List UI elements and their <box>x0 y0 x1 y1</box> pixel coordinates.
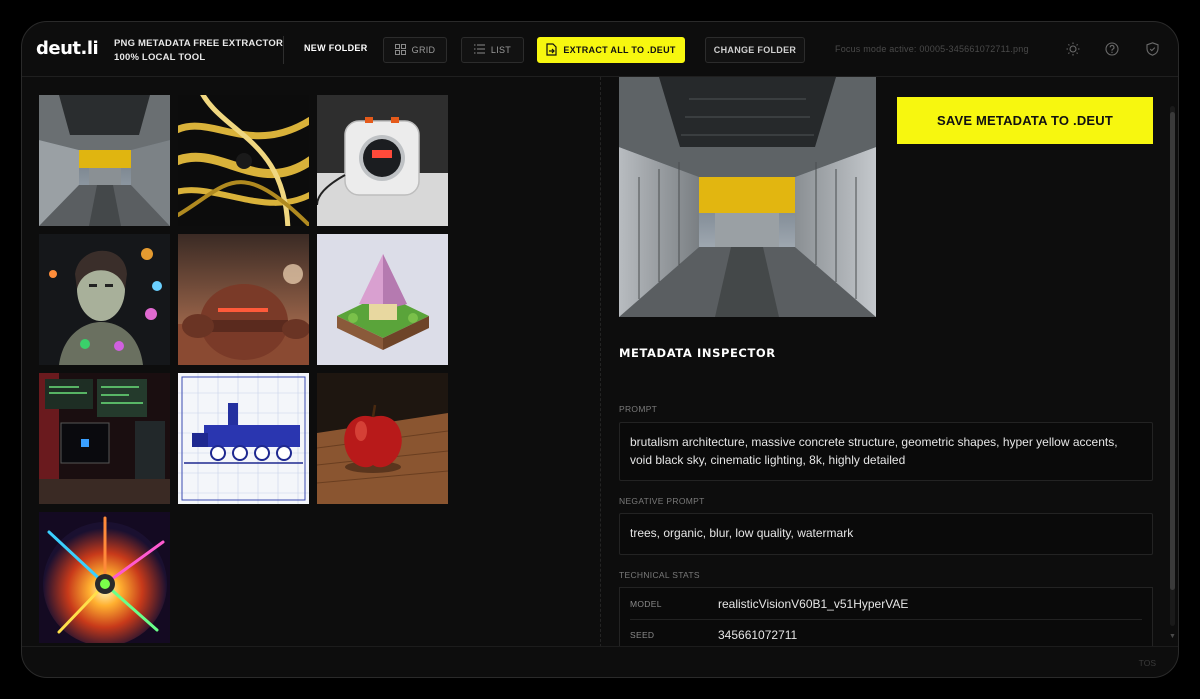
prompt-text[interactable]: brutalism architecture, massive concrete… <box>619 422 1153 481</box>
gallery-thumb-iso-island[interactable] <box>317 234 448 365</box>
list-view-button[interactable]: LIST <box>461 37 524 63</box>
negative-prompt-text[interactable]: trees, organic, blur, low quality, water… <box>619 513 1153 555</box>
grid-view-button[interactable]: GRID <box>383 37 447 63</box>
app-title-line2: 100% LOCAL TOOL <box>114 52 206 63</box>
selected-image-preview <box>619 77 876 317</box>
footer: TOS <box>22 646 1178 677</box>
stat-value: realisticVisionV60B1_v51HyperVAE <box>718 596 909 611</box>
sun-icon[interactable] <box>1065 41 1081 57</box>
scroll-down-icon[interactable]: ▼ <box>1169 633 1176 640</box>
extract-all-button[interactable]: EXTRACT ALL TO .DEUT <box>537 37 685 63</box>
gallery-thumb-space-explosion[interactable] <box>39 512 170 643</box>
metadata-inspector-panel: SAVE METADATA TO .DEUT METADATA INSPECTO… <box>618 77 1158 647</box>
app-title: PNG METADATA FREE EXTRACTOR 100% LOCAL T… <box>114 37 283 65</box>
extract-all-label: EXTRACT ALL TO .DEUT <box>563 45 676 55</box>
grid-icon <box>394 43 406 57</box>
technical-stats-label: TECHNICAL STATS <box>619 570 700 580</box>
header-divider <box>283 36 284 64</box>
gallery-thumb-gold-swirl[interactable] <box>178 95 309 226</box>
stat-key: MODEL <box>630 598 662 609</box>
stat-value: 345661072711 <box>718 627 798 642</box>
list-label: LIST <box>490 45 512 55</box>
grid-label: GRID <box>411 45 436 55</box>
gallery-thumb-mars-dome[interactable] <box>178 234 309 365</box>
gallery-thumb-brutalism[interactable] <box>39 95 170 226</box>
technical-stats-table: MODEL realisticVisionV60B1_v51HyperVAE S… <box>619 587 1153 647</box>
logo[interactable]: deut.li <box>36 38 99 59</box>
export-file-icon <box>546 42 557 58</box>
prompt-label: PROMPT <box>619 404 658 414</box>
stat-key: SEED <box>630 629 655 640</box>
app-window: deut.li PNG METADATA FREE EXTRACTOR 100%… <box>21 21 1179 678</box>
focus-mode-status: Focus mode active: 00005-345661072711.pn… <box>835 44 1029 54</box>
scrollbar-thumb[interactable] <box>1170 112 1175 590</box>
gallery-thumb-red-apple[interactable] <box>317 373 448 504</box>
new-folder-button[interactable]: NEW FOLDER <box>304 43 368 53</box>
panel-divider <box>600 77 601 647</box>
negative-prompt-label: NEGATIVE PROMPT <box>619 496 705 506</box>
gallery-thumb-train-blueprint[interactable] <box>178 373 309 504</box>
stat-row-seed: SEED 345661072711 <box>630 619 1142 647</box>
shield-icon[interactable] <box>1144 41 1160 57</box>
top-bar: deut.li PNG METADATA FREE EXTRACTOR 100%… <box>22 22 1178 77</box>
gallery-thumb-white-device[interactable] <box>317 95 448 226</box>
app-title-line1: PNG METADATA FREE EXTRACTOR <box>114 38 284 49</box>
gallery-thumb-computer-desk[interactable] <box>39 373 170 504</box>
tos-link[interactable]: TOS <box>1139 658 1156 668</box>
image-gallery <box>39 95 599 643</box>
gallery-thumb-cyborg[interactable] <box>39 234 170 365</box>
stat-row-model: MODEL realisticVisionV60B1_v51HyperVAE <box>630 588 1142 620</box>
metadata-inspector-title: METADATA INSPECTOR <box>619 346 776 360</box>
help-icon[interactable] <box>1104 41 1120 57</box>
inspector-scrollbar[interactable] <box>1170 106 1175 626</box>
list-icon <box>473 44 485 56</box>
change-folder-button[interactable]: CHANGE FOLDER <box>705 37 805 63</box>
save-metadata-button[interactable]: SAVE METADATA TO .DEUT <box>897 97 1153 144</box>
